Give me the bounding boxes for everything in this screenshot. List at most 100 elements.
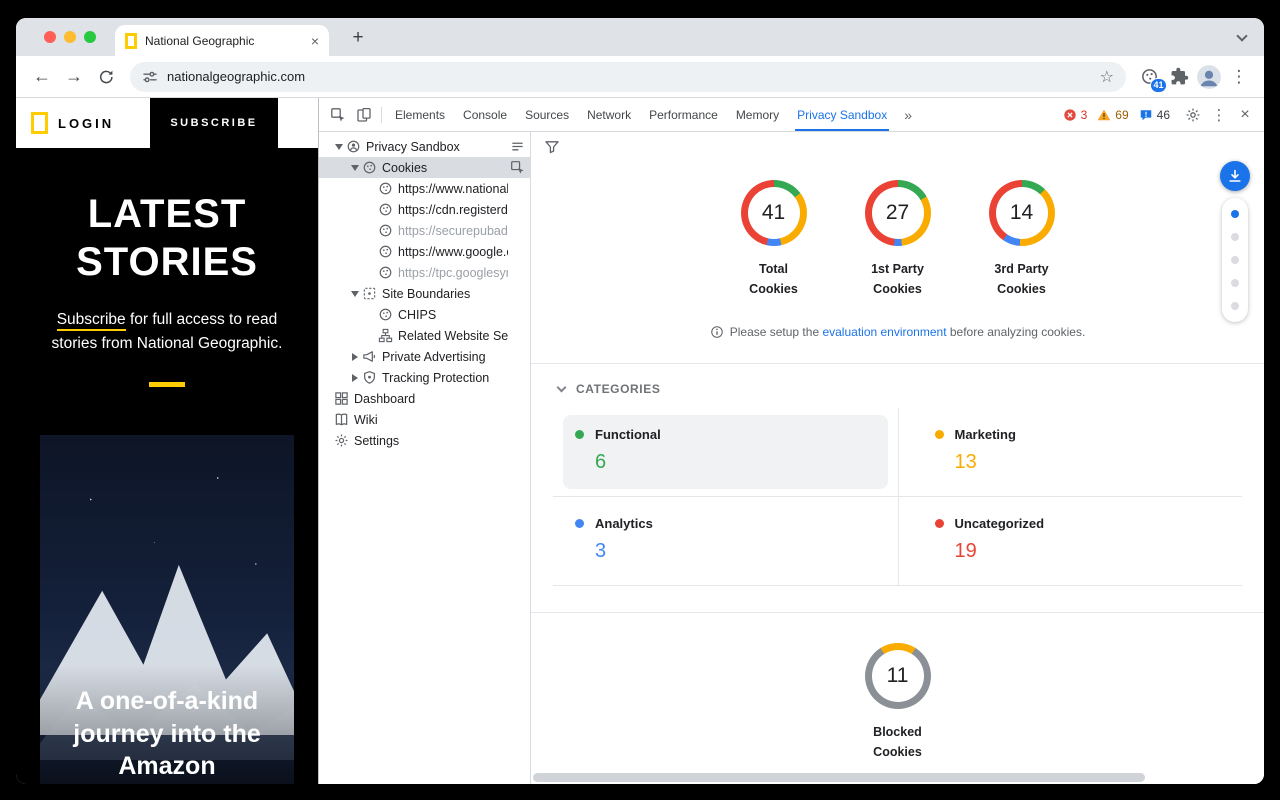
profile-avatar[interactable] bbox=[1194, 62, 1224, 92]
filter-icon[interactable] bbox=[544, 139, 560, 155]
scrollbar-thumb[interactable] bbox=[533, 773, 1145, 782]
tree-item-label: Tracking Protection bbox=[382, 371, 489, 385]
tree-arrow-down-icon[interactable] bbox=[333, 144, 345, 150]
tree-item-dashboard[interactable]: Dashboard bbox=[319, 388, 530, 409]
nav-dot-1[interactable] bbox=[1231, 210, 1239, 218]
devtools-tab-memory[interactable]: Memory bbox=[727, 98, 788, 131]
setup-info-text: Please setup the evaluation environment … bbox=[730, 325, 1086, 339]
zoom-window-button[interactable] bbox=[84, 31, 96, 43]
shield-icon bbox=[362, 370, 377, 385]
nav-dot-5[interactable] bbox=[1231, 302, 1239, 310]
download-report-button[interactable] bbox=[1220, 161, 1250, 191]
nav-dot-4[interactable] bbox=[1231, 279, 1239, 287]
gear-icon bbox=[1185, 107, 1201, 123]
category-head: Marketing bbox=[935, 427, 1223, 442]
devtools-tab-elements[interactable]: Elements bbox=[386, 98, 454, 131]
evaluation-environment-link[interactable]: evaluation environment bbox=[822, 325, 946, 339]
hero-image: A one-of-a-kind journey into the Amazon bbox=[40, 435, 294, 784]
tab-close-icon[interactable]: × bbox=[311, 34, 319, 48]
tree-arrow-down-icon[interactable] bbox=[349, 165, 361, 171]
devtools-menu-button[interactable]: ⋮ bbox=[1206, 102, 1232, 128]
category-marketing[interactable]: Marketing 13 bbox=[898, 408, 1243, 497]
subscribe-link[interactable]: Subscribe bbox=[57, 311, 126, 331]
devtools-tree: Privacy SandboxCookieshttps://www.nation… bbox=[319, 132, 531, 784]
donut-row: 41Total Cookies271st Party Cookies143rd … bbox=[531, 180, 1264, 299]
tree-item-chips[interactable]: CHIPS bbox=[319, 304, 530, 325]
category-label: Uncategorized bbox=[955, 516, 1045, 531]
menu-icon[interactable] bbox=[510, 139, 525, 154]
horizontal-scrollbar[interactable] bbox=[533, 773, 1262, 782]
donut-ring: 27 bbox=[865, 180, 931, 246]
forward-button[interactable]: → bbox=[60, 63, 88, 91]
tree-item-https-www-nationalgeo[interactable]: https://www.nationalgeo bbox=[319, 178, 530, 199]
category-head: Uncategorized bbox=[935, 516, 1223, 531]
tree-item-label: CHIPS bbox=[398, 308, 436, 322]
tree-item-tracking-protection[interactable]: Tracking Protection bbox=[319, 367, 530, 388]
new-tab-button[interactable]: + bbox=[346, 26, 370, 50]
reload-button[interactable] bbox=[92, 63, 120, 91]
nav-dot-2[interactable] bbox=[1231, 233, 1239, 241]
devtools-tab-privacy-sandbox[interactable]: Privacy Sandbox bbox=[788, 98, 896, 131]
browser-tab[interactable]: National Geographic × bbox=[115, 25, 329, 56]
tree-item-private-advertising[interactable]: Private Advertising bbox=[319, 346, 530, 367]
address-bar[interactable]: nationalgeographic.com ☆ bbox=[130, 62, 1126, 92]
extensions-button[interactable] bbox=[1164, 62, 1194, 92]
nav-dot-3[interactable] bbox=[1231, 256, 1239, 264]
error-count[interactable]: 3 bbox=[1081, 108, 1088, 122]
tree-item-site-boundaries[interactable]: Site Boundaries bbox=[319, 283, 530, 304]
tree-item-label: Dashboard bbox=[354, 392, 415, 406]
devtools-close-button[interactable]: × bbox=[1232, 102, 1258, 128]
tree-arrow-right-icon[interactable] bbox=[349, 353, 361, 361]
tree-item-https-securepubads-g[interactable]: https://securepubads.g. bbox=[319, 220, 530, 241]
site-settings-icon[interactable] bbox=[142, 69, 158, 85]
devtools-tab-console[interactable]: Console bbox=[454, 98, 516, 131]
devtools-tab-performance[interactable]: Performance bbox=[640, 98, 727, 131]
back-button[interactable]: ← bbox=[28, 63, 56, 91]
tree-item-https-www-google-com[interactable]: https://www.google.com bbox=[319, 241, 530, 262]
inspect-element-button[interactable] bbox=[325, 102, 351, 128]
cookie-icon bbox=[378, 244, 393, 259]
category-analytics[interactable]: Analytics3 bbox=[553, 497, 898, 586]
login-link[interactable]: LOGIN bbox=[58, 116, 114, 131]
tree-item-https-cdn-registerdisne[interactable]: https://cdn.registerdisne bbox=[319, 199, 530, 220]
inspect-icon[interactable] bbox=[510, 160, 525, 175]
tree-item-label: Private Advertising bbox=[382, 350, 486, 364]
tree-item-settings[interactable]: Settings bbox=[319, 430, 530, 451]
headline-line-1: LATEST bbox=[16, 190, 318, 238]
close-window-button[interactable] bbox=[44, 31, 56, 43]
tab-search-chevron-icon[interactable] bbox=[1234, 30, 1250, 46]
warning-count[interactable]: 69 bbox=[1115, 108, 1128, 122]
devtools-tab-network[interactable]: Network bbox=[578, 98, 640, 131]
cookie-extension-button[interactable]: 41 bbox=[1134, 62, 1164, 92]
tree-item-https-tpc-googlesyndic[interactable]: https://tpc.googlesyndic bbox=[319, 262, 530, 283]
more-tabs-button[interactable]: » bbox=[896, 107, 920, 123]
natgeo-header: LOGIN SUBSCRIBE bbox=[16, 98, 318, 148]
tree-item-related-website-sets[interactable]: Related Website Sets bbox=[319, 325, 530, 346]
content-area: LOGIN SUBSCRIBE LATEST STORIES Subscribe… bbox=[16, 98, 1264, 784]
natgeo-logo-icon[interactable] bbox=[31, 112, 48, 134]
minimize-window-button[interactable] bbox=[64, 31, 76, 43]
category-functional[interactable]: Functional6 bbox=[553, 408, 898, 497]
tree-arrow-right-icon[interactable] bbox=[349, 374, 361, 382]
subscribe-button[interactable]: SUBSCRIBE bbox=[150, 98, 278, 148]
tree-arrow-down-icon[interactable] bbox=[349, 291, 361, 297]
category-uncategorized[interactable]: Uncategorized19 bbox=[898, 497, 1243, 586]
device-toolbar-button[interactable] bbox=[351, 102, 377, 128]
tree-item-cookies[interactable]: Cookies bbox=[319, 157, 530, 178]
page-dots-nav[interactable] bbox=[1222, 198, 1248, 322]
donut-label: Total Cookies bbox=[734, 259, 814, 299]
bookmark-star-icon[interactable]: ☆ bbox=[1100, 67, 1114, 87]
tree-item-label: Site Boundaries bbox=[382, 287, 470, 301]
devtools-settings-button[interactable] bbox=[1180, 102, 1206, 128]
browser-menu-button[interactable]: ⋮ bbox=[1224, 62, 1254, 92]
devtools-panel: ElementsConsoleSourcesNetworkPerformance… bbox=[318, 98, 1264, 784]
category-count: 13 bbox=[955, 451, 1223, 474]
setup-info: Please setup the evaluation environment … bbox=[531, 325, 1264, 339]
tree-item-label: https://www.google.com bbox=[398, 245, 508, 259]
devtools-tab-sources[interactable]: Sources bbox=[516, 98, 578, 131]
tree-item-privacy-sandbox[interactable]: Privacy Sandbox bbox=[319, 136, 530, 157]
categories-header[interactable]: CATEGORIES bbox=[531, 364, 1264, 406]
issues-count[interactable]: 46 bbox=[1157, 108, 1170, 122]
tree-item-wiki[interactable]: Wiki bbox=[319, 409, 530, 430]
tree-item-label: https://cdn.registerdisne bbox=[398, 203, 508, 217]
